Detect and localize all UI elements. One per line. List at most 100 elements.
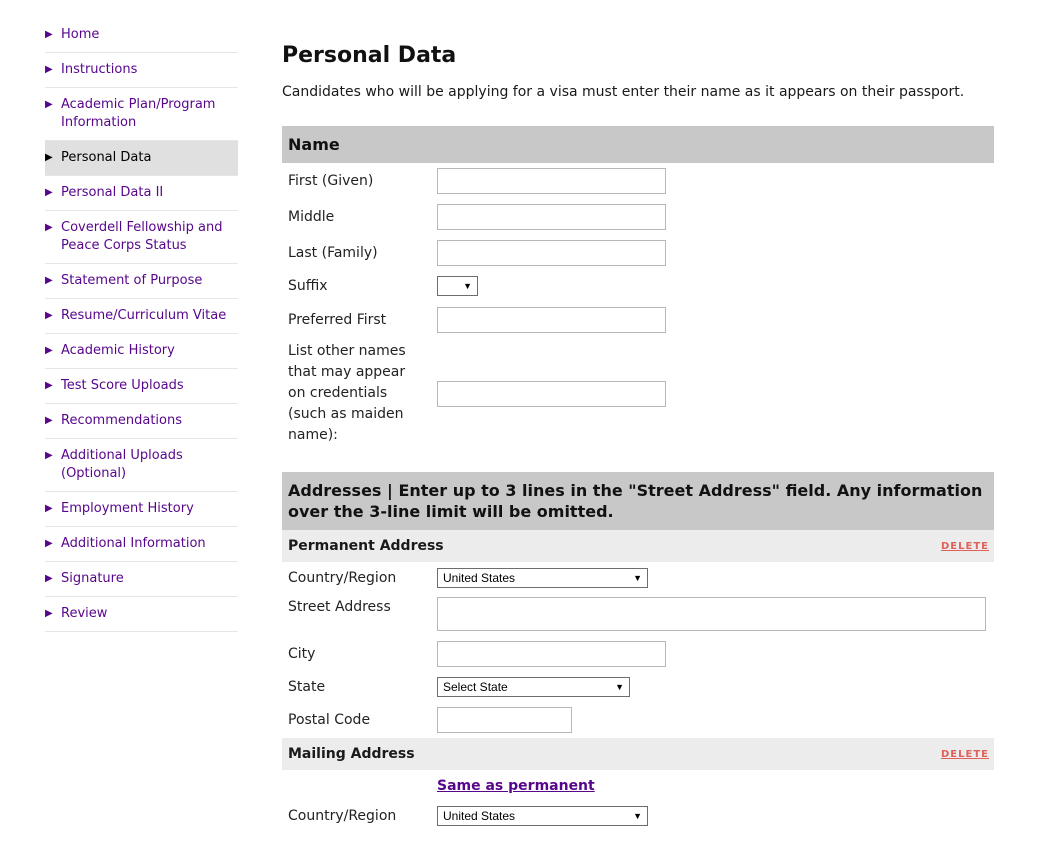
other-names-input[interactable] [437, 380, 666, 407]
sidebar-item-academic-history[interactable]: ▶ Academic History [45, 334, 238, 369]
other-names-label: List other names that may appear on cred… [288, 343, 406, 443]
sidebar-item-label: Additional Uploads (Optional) [61, 448, 183, 481]
triangle-right-icon: ▶ [45, 608, 53, 619]
mailing-country-label: Country/Region [288, 807, 397, 824]
permanent-address-header: Permanent Address DELETE [282, 530, 994, 562]
sidebar-item-recommendations[interactable]: ▶ Recommendations [45, 404, 238, 439]
first-name-row: First (Given) [282, 168, 994, 194]
triangle-right-icon: ▶ [45, 573, 53, 584]
sidebar-item-signature[interactable]: ▶ Signature [45, 562, 238, 597]
sidebar-item-home[interactable]: ▶ Home [45, 18, 238, 53]
sidebar-item-additional-information[interactable]: ▶ Additional Information [45, 527, 238, 562]
other-names-row: List other names that may appear on cred… [282, 341, 994, 446]
sidebar-item-instructions[interactable]: ▶ Instructions [45, 53, 238, 88]
preferred-name-input[interactable] [437, 307, 666, 333]
first-name-input[interactable] [437, 168, 666, 194]
triangle-right-icon: ▶ [45, 29, 53, 40]
triangle-right-icon: ▶ [45, 222, 53, 233]
permanent-street-label: Street Address [288, 599, 391, 615]
suffix-label: Suffix [288, 277, 328, 294]
preferred-name-row: Preferred First [282, 307, 994, 333]
mailing-country-select[interactable]: United States ▼ [437, 806, 648, 826]
permanent-city-label: City [288, 645, 316, 662]
preferred-name-label: Preferred First [288, 311, 387, 328]
mailing-address-delete-link[interactable]: DELETE [941, 749, 989, 760]
permanent-country-row: Country/Region United States ▼ [282, 568, 994, 588]
dropdown-arrow-icon: ▼ [463, 281, 472, 291]
permanent-state-row: State Select State ▼ [282, 677, 994, 697]
triangle-right-icon: ▶ [45, 275, 53, 286]
middle-name-label: Middle [288, 208, 335, 225]
sidebar-item-label: Personal Data II [61, 185, 164, 200]
sidebar-item-statement-of-purpose[interactable]: ▶ Statement of Purpose [45, 264, 238, 299]
dropdown-arrow-icon: ▼ [615, 682, 624, 692]
sidebar-item-coverdell[interactable]: ▶ Coverdell Fellowship and Peace Corps S… [45, 211, 238, 264]
same-as-permanent-link[interactable]: Same as permanent [437, 778, 595, 794]
sidebar-item-test-score-uploads[interactable]: ▶ Test Score Uploads [45, 369, 238, 404]
sidebar-item-label: Signature [61, 571, 124, 586]
permanent-address-delete-link[interactable]: DELETE [941, 541, 989, 552]
sidebar-item-employment-history[interactable]: ▶ Employment History [45, 492, 238, 527]
permanent-country-select[interactable]: United States ▼ [437, 568, 648, 588]
sidebar-item-resume[interactable]: ▶ Resume/Curriculum Vitae [45, 299, 238, 334]
last-name-input[interactable] [437, 240, 666, 266]
dropdown-arrow-icon: ▼ [633, 811, 642, 821]
triangle-right-icon: ▶ [45, 310, 53, 321]
permanent-state-label: State [288, 678, 326, 695]
main-content: Personal Data Candidates who will be app… [282, 40, 994, 826]
permanent-country-label: Country/Region [288, 569, 397, 586]
sidebar-item-label: Test Score Uploads [61, 378, 184, 393]
page-title: Personal Data [282, 43, 457, 68]
permanent-postal-input[interactable] [437, 707, 572, 733]
name-section-header: Name [282, 126, 994, 163]
middle-name-input[interactable] [437, 204, 666, 230]
permanent-street-input[interactable] [437, 597, 986, 631]
sidebar-item-label: Additional Information [61, 536, 206, 551]
sidebar-item-label: Academic History [61, 343, 175, 358]
triangle-right-icon: ▶ [45, 64, 53, 75]
sidebar-item-personal-data[interactable]: ▶ Personal Data [45, 141, 238, 176]
triangle-right-icon: ▶ [45, 99, 53, 110]
sidebar-item-label: Recommendations [61, 413, 183, 428]
permanent-state-value: Select State [443, 680, 508, 694]
same-as-permanent-row: Same as permanent [282, 776, 994, 796]
permanent-city-row: City [282, 641, 994, 667]
sidebar-item-label: Statement of Purpose [61, 273, 203, 288]
triangle-right-icon: ▶ [45, 187, 53, 198]
mailing-country-value: United States [443, 809, 516, 823]
sidebar-item-label: Employment History [61, 501, 194, 516]
sidebar-item-label: Instructions [61, 62, 138, 77]
permanent-state-select[interactable]: Select State ▼ [437, 677, 630, 697]
triangle-right-icon: ▶ [45, 415, 53, 426]
permanent-address-title: Permanent Address [288, 538, 444, 554]
sidebar-item-label: Coverdell Fellowship and Peace Corps Sta… [61, 220, 223, 253]
triangle-right-icon: ▶ [45, 538, 53, 549]
suffix-select[interactable]: ▼ [437, 276, 478, 296]
mailing-address-title: Mailing Address [288, 746, 415, 762]
sidebar-nav: ▶ Home ▶ Instructions ▶ Academic Plan/Pr… [45, 18, 238, 632]
sidebar-item-additional-uploads[interactable]: ▶ Additional Uploads (Optional) [45, 439, 238, 492]
dropdown-arrow-icon: ▼ [633, 573, 642, 583]
permanent-city-input[interactable] [437, 641, 666, 667]
sidebar-item-personal-data-ii[interactable]: ▶ Personal Data II [45, 176, 238, 211]
triangle-right-icon: ▶ [45, 152, 53, 163]
middle-name-row: Middle [282, 204, 994, 230]
sidebar-item-academic-plan[interactable]: ▶ Academic Plan/Program Information [45, 88, 238, 141]
triangle-right-icon: ▶ [45, 450, 53, 461]
permanent-postal-label: Postal Code [288, 711, 371, 728]
sidebar-item-label: Personal Data [61, 150, 152, 165]
last-name-row: Last (Family) [282, 240, 994, 266]
permanent-country-value: United States [443, 571, 516, 585]
triangle-right-icon: ▶ [45, 380, 53, 391]
permanent-postal-row: Postal Code [282, 707, 994, 733]
suffix-row: Suffix ▼ [282, 276, 994, 296]
intro-text: Candidates who will be applying for a vi… [282, 84, 965, 100]
addresses-section-header: Addresses | Enter up to 3 lines in the "… [282, 472, 994, 530]
sidebar-item-label: Academic Plan/Program Information [61, 97, 216, 130]
sidebar-item-review[interactable]: ▶ Review [45, 597, 238, 632]
triangle-right-icon: ▶ [45, 345, 53, 356]
first-name-label: First (Given) [288, 172, 374, 189]
sidebar-item-label: Resume/Curriculum Vitae [61, 308, 227, 323]
triangle-right-icon: ▶ [45, 503, 53, 514]
sidebar-item-label: Home [61, 27, 100, 42]
